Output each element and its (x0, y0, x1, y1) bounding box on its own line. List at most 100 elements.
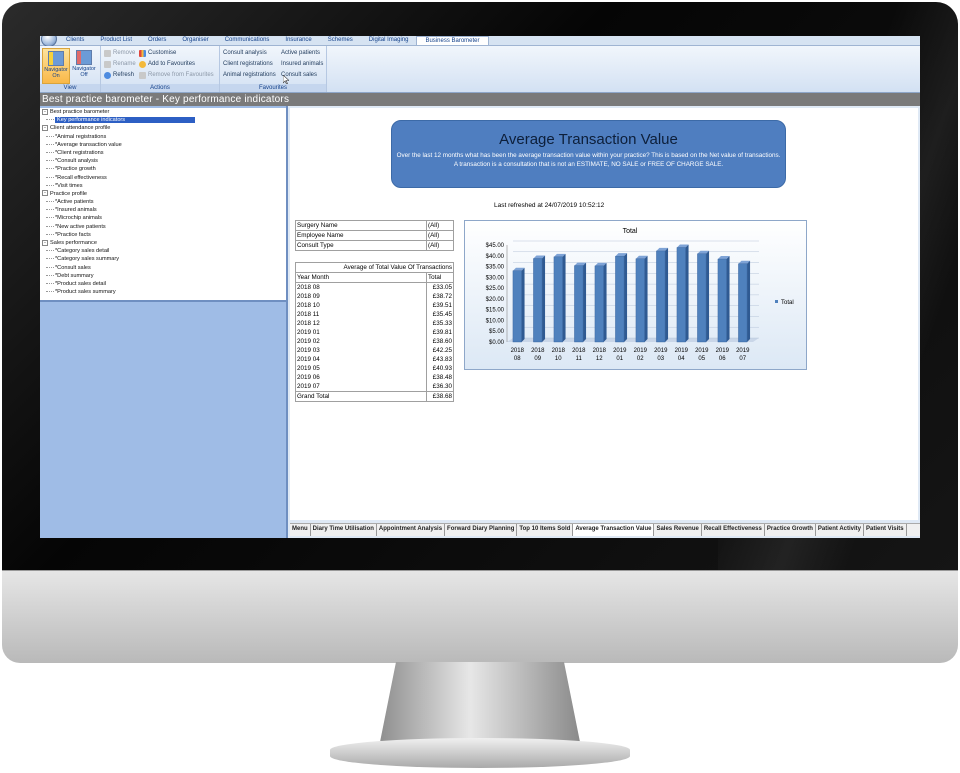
favourite-client-registrations[interactable]: Client registrations (223, 60, 273, 69)
tab[interactable]: Diary Time Utilisation (311, 524, 377, 536)
tree-node[interactable]: *Active patients (40, 198, 286, 206)
tree-node[interactable]: *Debt summary (40, 272, 286, 280)
tree-node[interactable]: *Consult analysis (40, 157, 286, 165)
add-to-favourites-button[interactable]: Add to Favourites (139, 60, 195, 69)
remove-from-favourites-button[interactable]: Remove from Favourites (139, 71, 214, 80)
tab[interactable]: Practice Growth (765, 524, 816, 536)
tree-node[interactable]: *Animal registrations (40, 133, 286, 141)
transaction-chart: Total $0.00 $5.00 $10.00 $15.00 $20.00 $25.00 $… (464, 220, 807, 370)
y-tick-label: $0.00 (489, 340, 505, 346)
tree-node[interactable]: *New active patients (40, 223, 286, 231)
menu-item[interactable]: Digital Imaging (361, 36, 417, 45)
menu-item[interactable]: Clients (58, 36, 92, 45)
tab[interactable]: Average Transaction Value (573, 524, 655, 536)
tree-node[interactable]: *Client registrations (40, 149, 286, 157)
ribbon-group-favourites: Consult analysis Client registrations An… (220, 46, 327, 92)
tree-connector (46, 184, 54, 186)
tab[interactable]: Menu (290, 524, 311, 536)
tree-node[interactable]: − Sales performance (40, 239, 286, 247)
add-favourite-icon (139, 61, 146, 68)
tree-node[interactable]: *Product sales summary (40, 288, 286, 296)
tree-node[interactable]: *Visit times (40, 182, 286, 190)
filter-name: Employee Name (295, 230, 427, 241)
report-title: Average Transaction Value (499, 131, 678, 148)
ribbon: Navigator On Navigator Off View Remove R… (40, 46, 920, 93)
favourite-active-patients[interactable]: Active patients (281, 49, 320, 58)
y-tick-label: $45.00 (486, 243, 505, 249)
x-tick-label: 12 (596, 356, 603, 362)
x-tick-label: 11 (576, 356, 583, 362)
table-row: 2019 03 £42.25 (295, 346, 454, 355)
x-tick-label: 2018 (593, 348, 607, 354)
customise-button[interactable]: Customise (139, 49, 176, 58)
tree-node[interactable]: − Practice profile (40, 190, 286, 198)
expand-icon[interactable]: − (42, 108, 48, 115)
expand-icon[interactable]: − (42, 190, 48, 197)
ribbon-group-view: Navigator On Navigator Off View (40, 46, 101, 92)
tree-node[interactable]: *Product sales detail (40, 280, 286, 288)
row-month: 2018 08 (295, 282, 427, 292)
tree-node-label: Best practice barometer (50, 109, 110, 115)
favourite-insured-animals[interactable]: Insured animals (281, 60, 323, 69)
pivot-header-month: Year Month (295, 272, 427, 283)
menu-item[interactable]: Product List (92, 36, 140, 45)
tree-node-label: *Microchip animals (55, 215, 102, 222)
x-tick-label: 05 (698, 356, 705, 362)
filter-value[interactable]: (All) (426, 230, 454, 241)
favourite-animal-registrations[interactable]: Animal registrations (223, 71, 276, 80)
tab[interactable]: Recall Effectiveness (702, 524, 765, 536)
table-row: 2018 11 £35.45 (295, 310, 454, 319)
menu-item[interactable]: Orders (140, 36, 174, 45)
tree-node[interactable]: *Microchip animals (40, 214, 286, 222)
tree-node[interactable]: − Best practice barometer (40, 108, 286, 116)
bar (615, 255, 625, 343)
tree-node-label: Practice profile (50, 190, 87, 197)
refresh-button[interactable]: Refresh (104, 71, 134, 80)
navigator-on-button[interactable]: Navigator On (42, 48, 70, 84)
tree-node[interactable]: *Category sales detail (40, 247, 286, 255)
remove-button[interactable]: Remove (104, 49, 135, 58)
expand-icon[interactable]: − (42, 239, 48, 246)
tab[interactable]: Sales Revenue (654, 524, 702, 536)
tree-node[interactable]: *Average transaction value (40, 141, 286, 149)
remove-from-favourites-label: Remove from Favourites (148, 72, 214, 78)
tab[interactable]: Forward Diary Planning (445, 524, 518, 536)
rename-button[interactable]: Rename (104, 60, 136, 69)
tree-node[interactable]: *Recall effectiveness (40, 174, 286, 182)
tree-connector (46, 119, 54, 121)
menu-item[interactable]: Organiser (174, 36, 216, 45)
tree-node[interactable]: − Client attendance profile (40, 124, 286, 132)
monitor-stand-neck (380, 662, 580, 742)
x-tick-label: 2018 (572, 348, 586, 354)
filter-value[interactable]: (All) (426, 240, 454, 251)
row-month: 2019 02 (295, 337, 427, 346)
tree-node[interactable]: *Practice facts (40, 231, 286, 239)
tab[interactable]: Patient Activity (816, 524, 864, 536)
y-tick-label: $5.00 (489, 329, 505, 335)
tab[interactable]: Top 10 Items Sold (517, 524, 574, 536)
favourite-consult-analysis[interactable]: Consult analysis (223, 49, 267, 58)
tree-connector (46, 258, 54, 260)
navigator-off-button[interactable]: Navigator Off (71, 48, 97, 82)
tree-connector (46, 225, 54, 227)
filter-value[interactable]: (All) (426, 220, 454, 231)
tree-node[interactable]: Key performance indicators (40, 116, 286, 124)
menu-item[interactable]: Communications (217, 36, 278, 45)
tree-node[interactable]: *Category sales summary (40, 255, 286, 263)
tab[interactable]: Patient Visits (864, 524, 907, 536)
row-month: 2018 10 (295, 301, 427, 310)
expand-icon[interactable]: − (42, 124, 48, 131)
y-tick-label: $25.00 (486, 286, 505, 292)
menu-item[interactable]: Schemes (320, 36, 361, 45)
tree-node[interactable]: *Practice growth (40, 165, 286, 173)
tree-node-label: *Insured animals (55, 207, 97, 214)
row-month: 2019 07 (295, 382, 427, 392)
menu-item[interactable]: Business Barometer (416, 36, 489, 45)
refresh-icon (104, 72, 111, 79)
menu-item[interactable]: Insurance (277, 36, 319, 45)
remove-label: Remove (113, 50, 136, 56)
tree-node[interactable]: *Consult sales (40, 264, 286, 272)
bar (717, 258, 727, 343)
tree-node[interactable]: *Insured animals (40, 206, 286, 214)
tab[interactable]: Appointment Analysis (377, 524, 446, 536)
